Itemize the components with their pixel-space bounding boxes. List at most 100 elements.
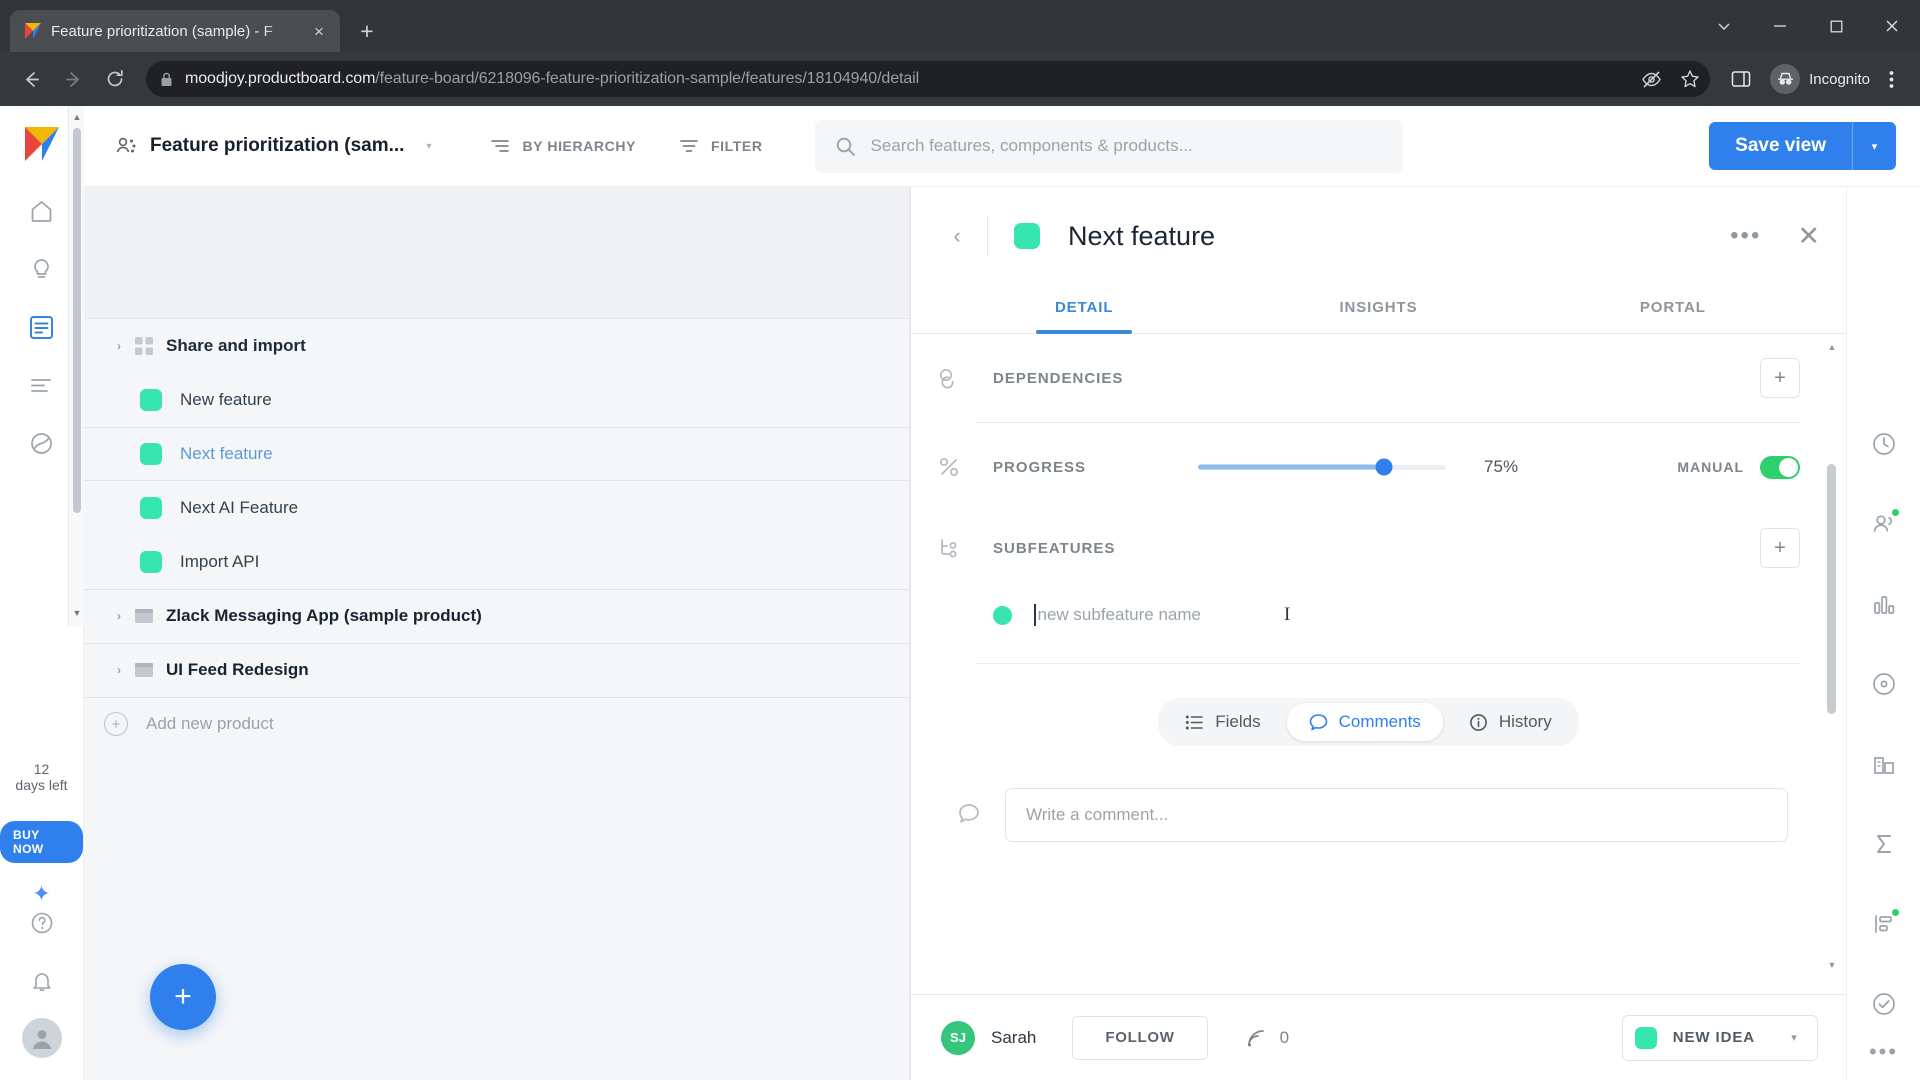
close-icon[interactable]: ✕ [1797,222,1820,250]
more-options-icon[interactable]: ••• [1730,224,1761,249]
tab-insights[interactable]: INSIGHTS [1231,285,1525,333]
side-panel-icon[interactable] [1722,60,1760,98]
subfeatures-section: SUBFEATURES + [937,511,1800,585]
comment-input[interactable]: Write a comment... [1005,788,1788,842]
subfeatures-label: SUBFEATURES [993,539,1116,557]
percent-icon [937,455,993,479]
insights-icon [29,257,54,282]
list-item-next-feature[interactable]: Next feature [84,427,909,481]
progress-value: 75% [1484,457,1519,476]
tab-history[interactable]: History [1447,703,1574,741]
scroll-up-icon[interactable]: ▲ [69,108,85,126]
list-item-import-api[interactable]: Import API [84,535,909,589]
new-tab-button[interactable]: + [350,14,384,48]
comment-placeholder: Write a comment... [1026,805,1169,824]
badge-dot [1891,909,1899,916]
scroll-down-icon[interactable]: ▼ [69,604,85,622]
votes-group[interactable]: 0 [1246,1027,1289,1049]
avatar[interactable] [21,1018,62,1058]
address-bar[interactable]: moodjoy.productboard.com/feature-board/6… [146,61,1711,97]
sidebar-item-roadmap[interactable] [21,364,63,406]
incognito-profile-button[interactable]: Incognito [1764,64,1870,94]
check-circle-icon[interactable] [1863,983,1905,1025]
save-view-dropdown[interactable]: ▾ [1852,122,1896,170]
chevron-down-icon[interactable]: ▾ [1771,1031,1817,1044]
list-item-ui-feed-redesign[interactable]: › UI Feed Redesign [84,643,909,697]
slider-knob[interactable] [1375,458,1393,476]
list-scrollbar[interactable]: ▲ ▼ [68,106,84,626]
filter-button[interactable]: FILTER [678,135,763,157]
productboard-logo[interactable] [22,124,62,164]
sidebar-item-portal[interactable] [21,422,63,464]
status-badge[interactable]: NEW IDEA ▾ [1621,1014,1818,1061]
sidebar-item-insights[interactable] [21,248,63,290]
help-circle-icon[interactable] [21,902,63,944]
list-item-zlack-messaging-app[interactable]: › Zlack Messaging App (sample product) [84,589,909,643]
close-icon[interactable]: × [306,18,332,44]
sidebar-item-features[interactable] [21,306,63,348]
chart-bars-icon[interactable] [1863,583,1905,625]
by-hierarchy-button[interactable]: BY HIERARCHY [489,135,636,157]
tab-fields[interactable]: Fields [1163,703,1282,741]
maximize-button[interactable] [1808,0,1864,52]
history-clock-icon[interactable] [1863,423,1905,465]
target-circle-icon[interactable] [1863,663,1905,705]
tab-comments[interactable]: Comments [1286,703,1443,741]
board-name: Feature prioritization (sam... [150,135,405,156]
app-left-rail: ▲ ▼ 12 days left BUY NOW ✦ [0,106,84,1080]
detail-scrollbar[interactable]: ▲ ▼ [1826,334,1838,994]
save-view-button[interactable]: Save view [1709,122,1852,170]
add-new-product-button[interactable]: + Add new product [84,697,909,751]
forward-button[interactable] [54,60,92,98]
add-subfeature-button[interactable]: + [1760,528,1800,568]
home-icon [29,199,54,224]
right-rail-more-icon[interactable]: ••• [1869,1042,1898,1063]
chevron-right-icon[interactable]: › [104,339,134,353]
list-item-new-feature[interactable]: New feature [84,373,909,427]
company-icon[interactable] [1863,743,1905,785]
kebab-menu-icon[interactable] [1874,62,1908,96]
follow-button[interactable]: FOLLOW [1072,1015,1208,1060]
info-circle-icon [1469,713,1488,732]
close-window-button[interactable] [1864,0,1920,52]
no-tracking-icon[interactable] [1641,69,1662,90]
users-insights-icon[interactable] [1863,503,1905,545]
add-dependency-button[interactable]: + [1760,358,1800,398]
board-users-icon [114,134,138,158]
tab-search-icon[interactable] [1696,0,1752,52]
scroll-down-icon[interactable]: ▼ [1826,958,1838,972]
dependencies-icon [937,366,993,390]
browser-tab[interactable]: Feature prioritization (sample) - F × [10,10,340,52]
list-item-next-ai-feature[interactable]: Next AI Feature [84,481,909,535]
back-icon[interactable]: ‹ [935,223,979,249]
scroll-up-icon[interactable]: ▲ [1826,340,1838,354]
new-subfeature-input[interactable]: new subfeature name I [937,585,1800,645]
star-icon[interactable] [1680,69,1700,89]
dependencies-section: DEPENDENCIES + [937,334,1800,422]
progress-slider[interactable] [1198,458,1447,476]
board-selector[interactable]: Feature prioritization (sam... ▾ [114,134,431,158]
create-new-button[interactable]: + [150,964,216,1030]
notification-bell-icon[interactable] [21,960,63,1002]
scrollbar-thumb[interactable] [1827,464,1836,714]
tab-detail[interactable]: DETAIL [937,285,1231,333]
back-button[interactable] [12,60,50,98]
feature-color-swatch[interactable] [1014,223,1040,249]
roadmap-lane-icon[interactable] [1863,903,1905,945]
chevron-right-icon[interactable]: › [104,609,134,623]
app-body: › Share and import New feature Next feat… [84,187,1920,1080]
chevron-right-icon[interactable]: › [104,663,134,677]
manual-toggle[interactable] [1760,455,1800,479]
chevron-down-icon[interactable]: ▾ [426,141,431,152]
minimize-button[interactable] [1752,0,1808,52]
list-item-share-and-import[interactable]: › Share and import [84,319,909,373]
list-item-label: Share and import [166,335,306,355]
scrollbar-thumb[interactable] [73,128,81,513]
search-input[interactable]: Search features, components & products..… [814,119,1403,173]
tab-portal[interactable]: PORTAL [1526,285,1820,333]
sigma-icon[interactable] [1863,823,1905,865]
buy-now-button[interactable]: BUY NOW [0,821,83,863]
reload-button[interactable] [96,60,134,98]
roadmap-icon [29,373,54,398]
sidebar-item-home[interactable] [21,190,63,232]
